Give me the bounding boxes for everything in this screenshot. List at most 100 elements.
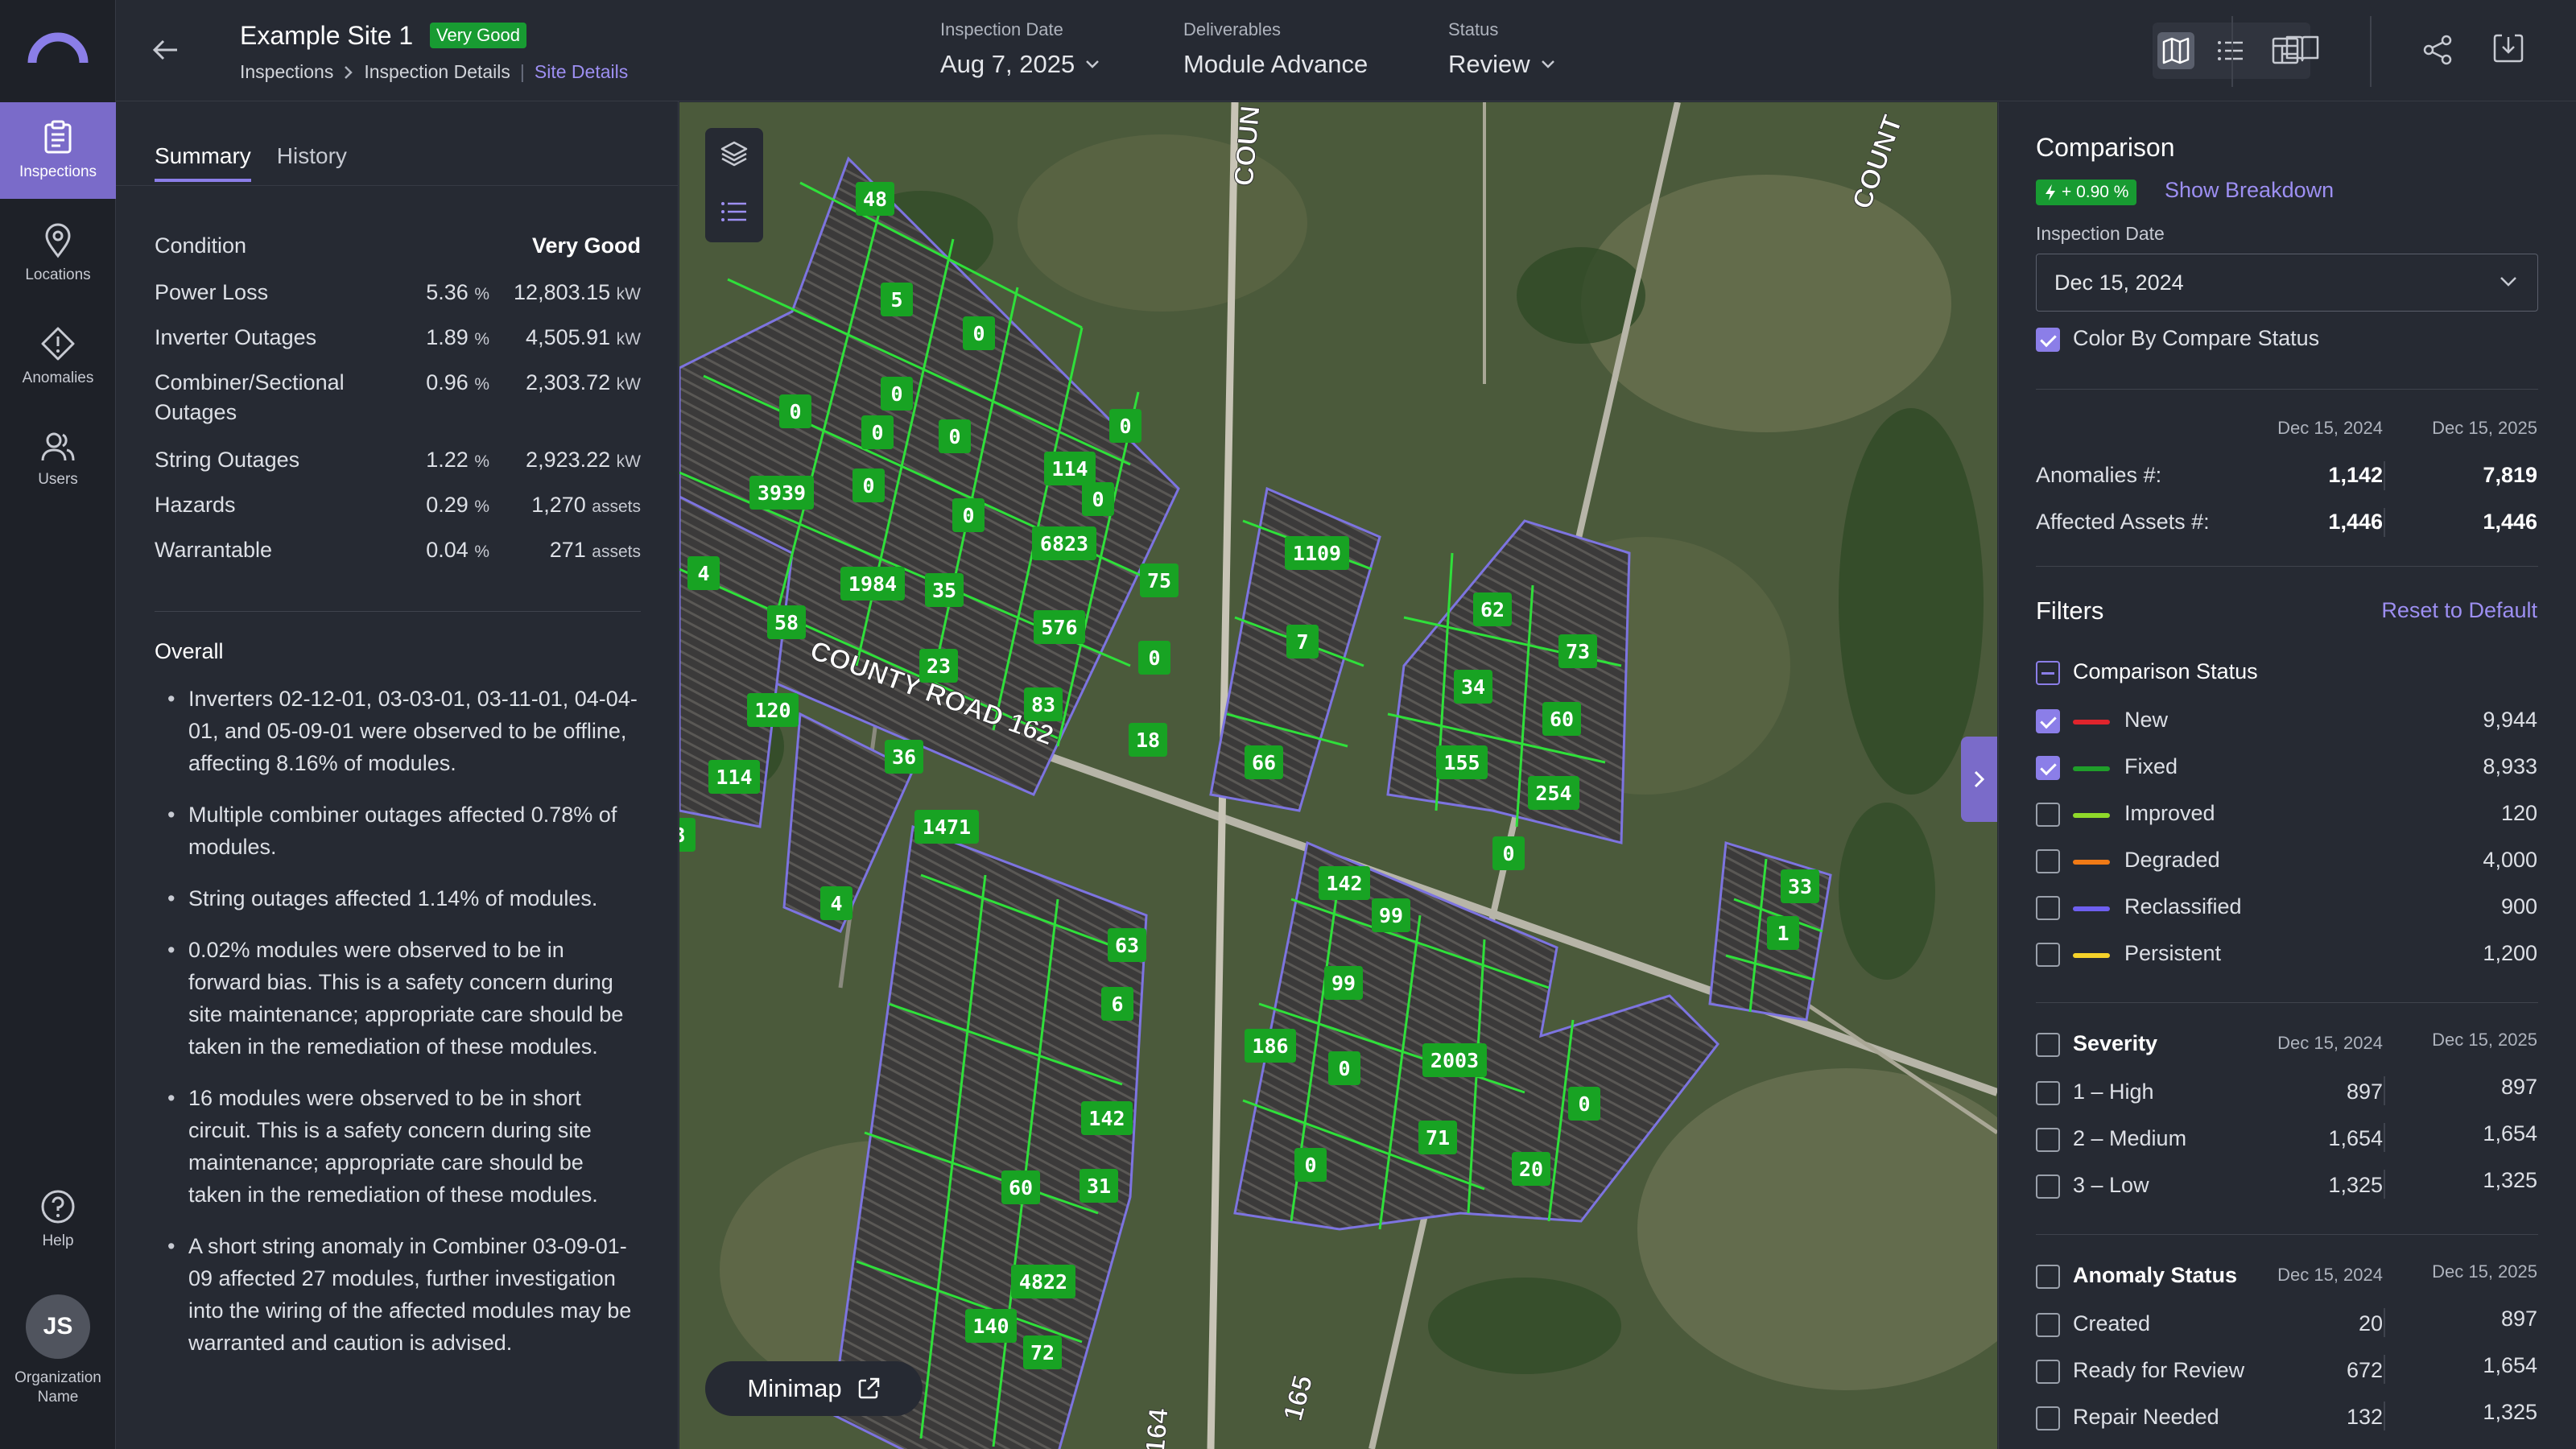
- anomaly-marker[interactable]: 1: [1767, 916, 1799, 950]
- anomaly-marker[interactable]: 0: [1138, 641, 1170, 675]
- anomaly-marker[interactable]: 114: [1044, 452, 1096, 485]
- anomaly-marker[interactable]: 0: [1082, 482, 1114, 516]
- anomaly-marker[interactable]: 1984: [840, 567, 905, 601]
- anomaly-marker[interactable]: 66: [1245, 745, 1283, 779]
- anomaly-marker[interactable]: 576: [1034, 610, 1085, 644]
- list-view-button[interactable]: [2212, 32, 2249, 69]
- compare-date-select[interactable]: Dec 15, 2024: [2036, 254, 2538, 312]
- inspection-date-dropdown[interactable]: Aug 7, 2025: [940, 50, 1100, 79]
- status-checkbox-reclassified[interactable]: [2036, 896, 2060, 920]
- anomaly-marker[interactable]: 5: [881, 283, 913, 316]
- site-map[interactable]: COUNTY ROAD 162 COUN COUNT 164 165 48 5 0 0…: [679, 102, 1997, 1449]
- nav-item-locations[interactable]: Locations: [0, 205, 116, 302]
- anomaly-marker[interactable]: 72: [1023, 1335, 1062, 1369]
- anomaly-marker[interactable]: 0: [881, 377, 913, 411]
- anomaly-marker[interactable]: 71: [1418, 1121, 1457, 1154]
- status-checkbox-new[interactable]: [2036, 709, 2060, 733]
- anomaly-marker[interactable]: 48: [856, 182, 894, 216]
- book-button[interactable]: [2285, 32, 2320, 64]
- show-breakdown-link[interactable]: Show Breakdown: [2165, 178, 2334, 203]
- anomaly-marker[interactable]: 83: [1024, 687, 1063, 721]
- collapse-panel-button[interactable]: [1961, 737, 1997, 822]
- avatar[interactable]: JS: [26, 1294, 90, 1359]
- anomaly-marker[interactable]: 0: [1492, 836, 1525, 870]
- anomaly-marker[interactable]: 34: [1454, 670, 1492, 704]
- reset-filters-link[interactable]: Reset to Default: [2381, 598, 2537, 623]
- anomaly-marker[interactable]: 0: [963, 316, 995, 350]
- status-dropdown[interactable]: Review: [1448, 50, 1556, 79]
- back-button[interactable]: [151, 35, 180, 64]
- anomaly-marker[interactable]: 2003: [1422, 1043, 1487, 1077]
- anomaly-marker[interactable]: 1109: [1285, 536, 1349, 570]
- anomaly-marker[interactable]: 0: [1109, 409, 1141, 443]
- site-details-link[interactable]: Site Details: [535, 61, 628, 83]
- layers-button[interactable]: [720, 139, 749, 168]
- nav-item-anomalies[interactable]: Anomalies: [0, 308, 116, 405]
- anomaly-marker[interactable]: 20: [1512, 1152, 1550, 1186]
- anomaly-marker[interactable]: 6: [1101, 987, 1133, 1021]
- anomaly-marker[interactable]: 18: [1129, 723, 1167, 757]
- nav-item-users[interactable]: Users: [0, 411, 116, 508]
- anomaly-marker[interactable]: 140: [965, 1309, 1017, 1343]
- anomaly-marker[interactable]: 1471: [914, 810, 979, 844]
- anomaly-marker[interactable]: 3939: [749, 476, 814, 510]
- status-checkbox-degraded[interactable]: [2036, 849, 2060, 873]
- status-checkbox-improved[interactable]: [2036, 803, 2060, 827]
- anomaly-marker[interactable]: 63: [1108, 928, 1146, 962]
- anomaly-status-checkbox[interactable]: [2036, 1265, 2060, 1289]
- anomaly-status-checkbox[interactable]: [2036, 1360, 2060, 1384]
- anomaly-marker[interactable]: 120: [747, 693, 799, 727]
- anomaly-marker[interactable]: 31: [1080, 1169, 1118, 1203]
- anomaly-marker[interactable]: 0: [952, 498, 985, 532]
- comparison-status-checkbox[interactable]: [2036, 661, 2060, 685]
- anomaly-status-checkbox[interactable]: [2036, 1313, 2060, 1337]
- anomaly-marker[interactable]: 4: [820, 886, 852, 920]
- severity-checkbox[interactable]: [2036, 1128, 2060, 1152]
- breadcrumb-inspection-details[interactable]: Inspection Details: [364, 61, 510, 83]
- anomaly-marker[interactable]: 0: [1568, 1087, 1600, 1121]
- status-checkbox-fixed[interactable]: [2036, 756, 2060, 780]
- anomaly-marker[interactable]: 7: [1286, 625, 1319, 658]
- anomaly-marker[interactable]: 60: [1001, 1170, 1040, 1204]
- anomaly-marker[interactable]: 73: [1558, 634, 1597, 668]
- tab-summary[interactable]: Summary: [155, 143, 251, 182]
- nav-item-inspections[interactable]: Inspections: [0, 102, 116, 199]
- anomaly-marker[interactable]: 0: [1328, 1051, 1360, 1085]
- breadcrumb-inspections[interactable]: Inspections: [240, 61, 333, 83]
- anomaly-marker[interactable]: 4: [687, 556, 720, 590]
- anomaly-marker[interactable]: 35: [925, 573, 964, 607]
- color-by-compare-checkbox[interactable]: [2036, 328, 2060, 352]
- status-checkbox-persistent[interactable]: [2036, 943, 2060, 967]
- download-button[interactable]: [2492, 32, 2524, 64]
- anomaly-status-checkbox[interactable]: [2036, 1406, 2060, 1430]
- anomaly-marker[interactable]: 186: [1245, 1029, 1296, 1063]
- anomaly-marker[interactable]: 58: [767, 605, 806, 639]
- nav-item-help[interactable]: Help: [0, 1175, 116, 1264]
- severity-checkbox[interactable]: [2036, 1081, 2060, 1105]
- anomaly-marker[interactable]: 23: [919, 649, 958, 683]
- anomaly-marker[interactable]: 0: [852, 469, 885, 502]
- anomaly-marker[interactable]: 6823: [1032, 526, 1096, 560]
- tab-history[interactable]: History: [277, 143, 347, 182]
- anomaly-marker[interactable]: 33: [1781, 869, 1819, 903]
- anomaly-marker[interactable]: 114: [708, 760, 760, 794]
- anomaly-marker[interactable]: 99: [1372, 898, 1410, 932]
- anomaly-marker[interactable]: 62: [1473, 592, 1512, 626]
- satellite-map-canvas[interactable]: COUNTY ROAD 162 COUN COUNT 164 165 48500…: [679, 102, 1997, 1449]
- anomaly-marker[interactable]: 254: [1528, 776, 1579, 810]
- anomaly-marker[interactable]: 3: [679, 818, 696, 852]
- anomaly-marker[interactable]: 155: [1436, 745, 1488, 779]
- anomaly-marker[interactable]: 0: [861, 415, 894, 449]
- severity-checkbox[interactable]: [2036, 1174, 2060, 1199]
- map-view-button[interactable]: [2157, 32, 2194, 69]
- share-button[interactable]: [2421, 34, 2454, 66]
- anomaly-marker[interactable]: 60: [1542, 702, 1581, 736]
- anomaly-marker[interactable]: 75: [1140, 564, 1179, 597]
- anomaly-marker[interactable]: 4822: [1011, 1265, 1075, 1298]
- anomaly-marker[interactable]: 36: [885, 740, 923, 774]
- anomaly-marker[interactable]: 0: [1294, 1148, 1327, 1182]
- anomaly-marker[interactable]: 142: [1319, 866, 1370, 900]
- severity-checkbox[interactable]: [2036, 1033, 2060, 1057]
- app-logo[interactable]: [27, 27, 89, 66]
- minimap-button[interactable]: Minimap: [705, 1361, 923, 1416]
